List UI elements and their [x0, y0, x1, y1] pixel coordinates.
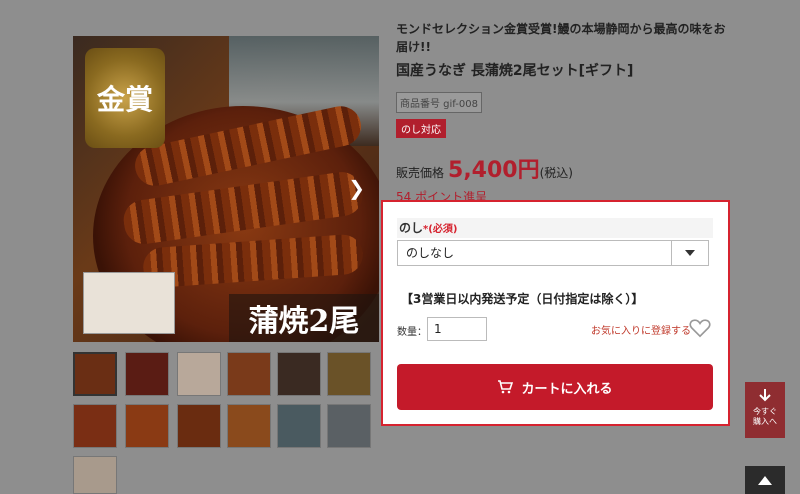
catch-copy: モンドセレクション金賞受賞!鰻の本場静岡から最高の味をお届け!! — [396, 22, 726, 54]
product-code: 商品番号 gif-008 — [396, 92, 482, 113]
thumbnail[interactable] — [73, 404, 117, 448]
shipping-note: 【3営業日以内発送予定（日付指定は除く）】 — [401, 292, 644, 306]
price-row: 販売価格 5,400円(税込) — [396, 152, 726, 184]
next-image-arrow-icon[interactable]: ❯ — [348, 176, 365, 200]
thumbnail[interactable] — [327, 352, 371, 396]
arrow-up-icon — [758, 475, 772, 485]
tax-label: (税込) — [539, 166, 573, 180]
product-page: 金賞 蒲焼2尾 ❯ モンドセレクション金賞受賞!鰻の本場静岡から最高の味をお届け… — [0, 0, 800, 494]
product-info: モンドセレクション金賞受賞!鰻の本場静岡から最高の味をお届け!! 国産うなぎ 長… — [396, 20, 726, 205]
cart-button-label: カートに入れる — [521, 381, 613, 397]
thumbnail[interactable] — [227, 404, 271, 448]
thumbnail[interactable] — [277, 352, 321, 396]
thumbnail[interactable] — [327, 404, 371, 448]
image-banner: 蒲焼2尾 — [229, 294, 379, 342]
cart-icon — [498, 380, 514, 394]
noshi-field-label: のし*(必須) — [397, 218, 713, 238]
quantity-input[interactable] — [427, 317, 487, 341]
thumbnail[interactable] — [277, 404, 321, 448]
scroll-top-button[interactable] — [745, 466, 785, 494]
required-mark: *(必須) — [423, 224, 458, 235]
quantity-label: 数量： — [397, 327, 427, 338]
purchase-options-box: のし*(必須) のしなし 【3営業日以内発送予定（日付指定は除く）】 数量： お… — [381, 200, 730, 426]
noshi-select[interactable]: のしなし — [397, 240, 709, 266]
buy-now-label: 今すぐ購入へ — [753, 407, 777, 426]
thumbnail[interactable] — [125, 352, 169, 396]
thumbnail[interactable] — [227, 352, 271, 396]
noshi-selected-value: のしなし — [406, 246, 455, 260]
price-value: 5,400円 — [448, 158, 540, 183]
favorite-link[interactable]: お気に入りに登録する — [591, 322, 691, 337]
add-to-cart-button[interactable]: カートに入れる — [397, 364, 713, 410]
noshi-label: のし — [399, 221, 424, 235]
thumbnail[interactable] — [177, 352, 221, 396]
gold-medal: 金賞 — [85, 48, 165, 148]
thumbnail[interactable] — [177, 404, 221, 448]
product-title: 国産うなぎ 長蒲焼2尾セット[ギフト] — [396, 63, 634, 79]
heart-icon[interactable] — [689, 318, 711, 338]
package-image — [83, 272, 175, 334]
noshi-badge: のし対応 — [396, 119, 446, 138]
price-label: 販売価格 — [396, 166, 445, 180]
thumbnail[interactable] — [125, 404, 169, 448]
arrow-down-icon — [759, 389, 771, 402]
main-product-image: 金賞 蒲焼2尾 ❯ — [73, 36, 379, 342]
thumbnail[interactable] — [73, 456, 117, 494]
buy-now-button[interactable]: 今すぐ購入へ — [745, 382, 785, 438]
thumbnail[interactable] — [73, 352, 117, 396]
chevron-down-icon[interactable] — [671, 241, 708, 265]
